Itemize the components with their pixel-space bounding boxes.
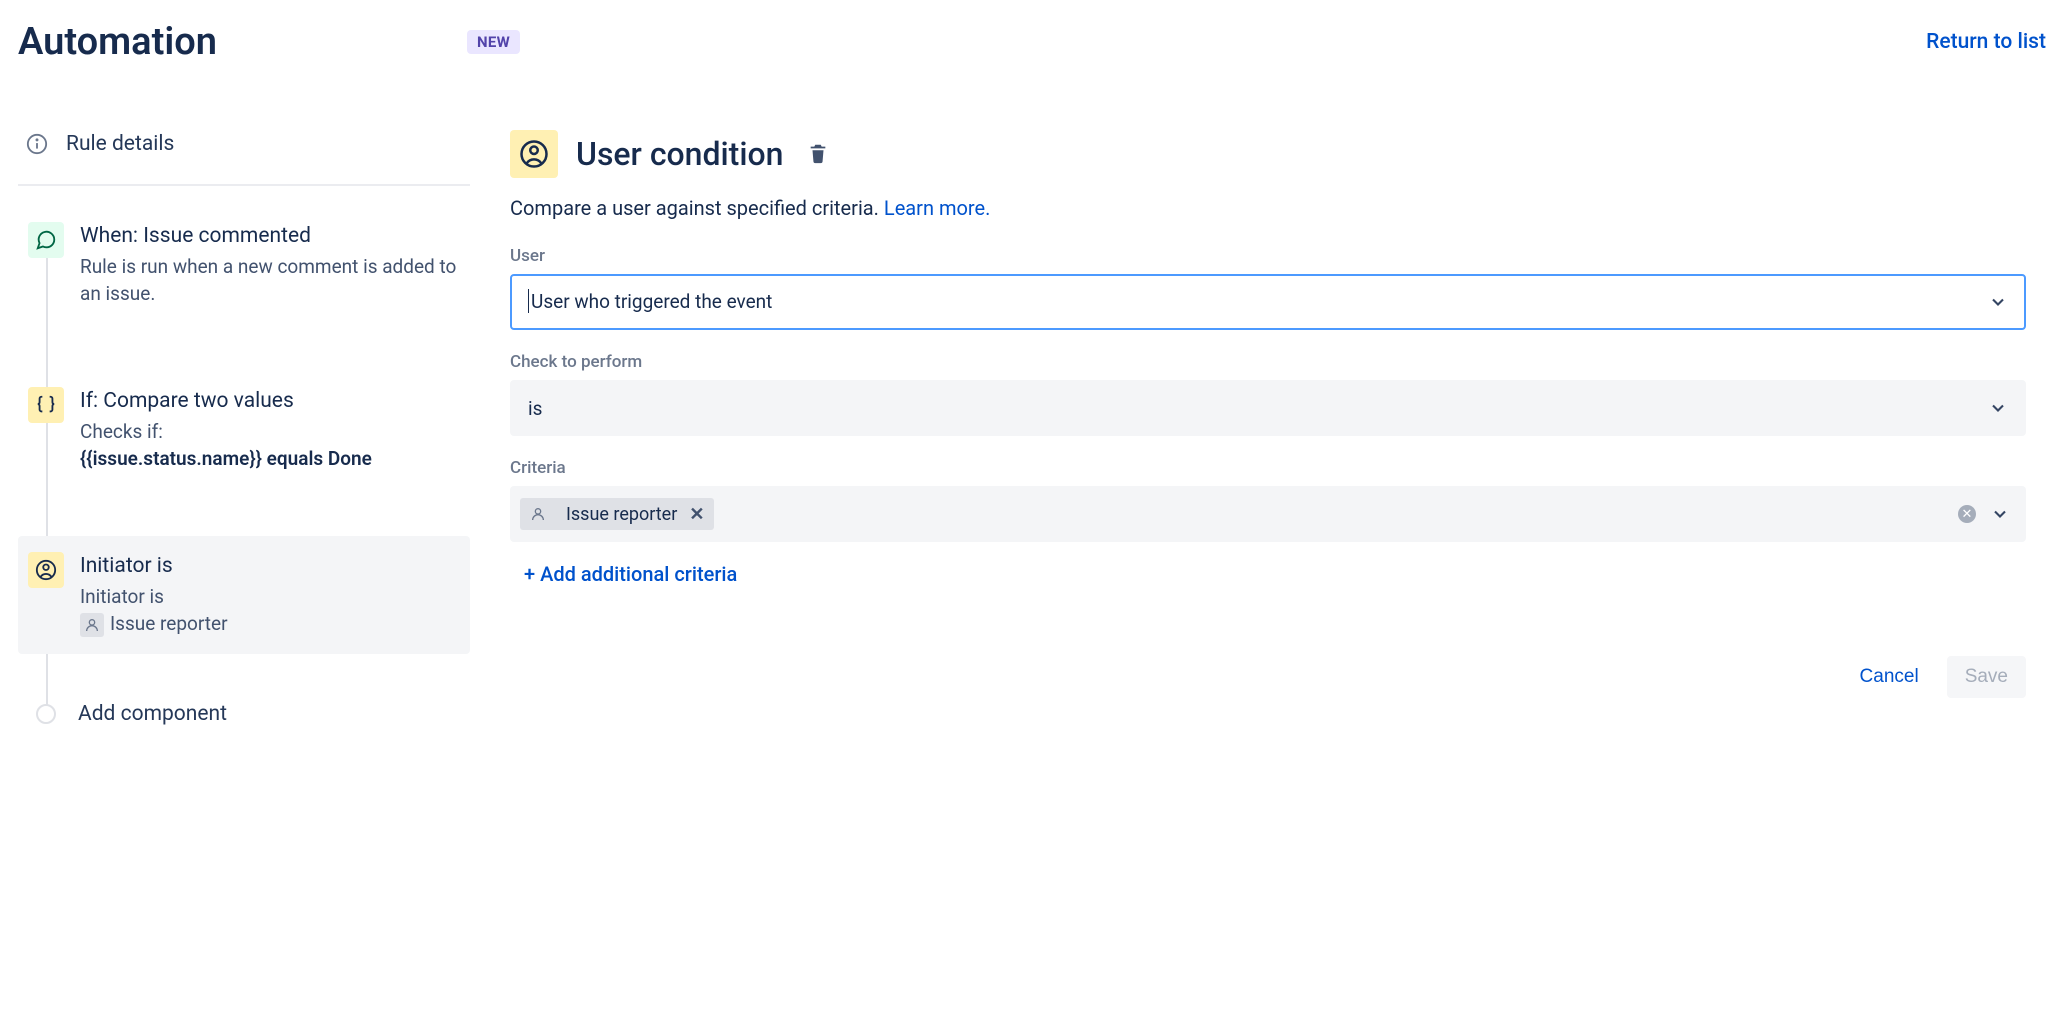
add-component-label: Add component	[78, 702, 227, 726]
user-field-label: User	[510, 246, 2026, 266]
step-desc-bold: {{issue.status.name}} equals Done	[80, 447, 372, 470]
add-additional-criteria-link[interactable]: + Add additional criteria	[524, 562, 737, 586]
chevron-down-icon	[1988, 398, 2008, 418]
add-circle-icon	[36, 704, 56, 724]
step-if-compare-values[interactable]: If: Compare two values Checks if: {{issu…	[18, 371, 470, 488]
clear-all-button[interactable]: ✕	[1958, 505, 1976, 523]
comment-icon	[28, 222, 64, 258]
step-desc-prefix: Initiator is	[80, 585, 164, 608]
step-title: If: Compare two values	[80, 389, 372, 413]
step-title: Initiator is	[80, 554, 228, 578]
trash-icon	[807, 142, 829, 164]
criteria-tag-label: Issue reporter	[566, 504, 677, 525]
sidebar: Rule details When: Issue commented Rule …	[18, 124, 470, 726]
check-field-group: Check to perform is	[510, 352, 2026, 436]
delete-button[interactable]	[801, 136, 835, 173]
step-desc: Initiator is Issue reporter	[80, 584, 228, 637]
info-icon	[26, 133, 48, 155]
timeline: When: Issue commented Rule is run when a…	[18, 206, 470, 726]
check-select[interactable]: is	[510, 380, 2026, 436]
header-left: Automation NEW	[18, 20, 520, 64]
rule-details-label: Rule details	[66, 132, 174, 156]
user-select[interactable]: User who triggered the event	[510, 274, 2026, 330]
criteria-field-group: Criteria Issue reporter ✕ ✕	[510, 458, 2026, 542]
save-button[interactable]: Save	[1947, 656, 2026, 698]
page-title: Automation	[18, 20, 217, 64]
rule-details-row[interactable]: Rule details	[18, 124, 470, 184]
learn-more-link[interactable]: Learn more.	[884, 196, 990, 220]
criteria-select[interactable]: Issue reporter ✕ ✕	[510, 486, 2026, 542]
step-desc: Rule is run when a new comment is added …	[80, 254, 460, 307]
page-header: Automation NEW Return to list	[18, 20, 2046, 64]
step-desc: Checks if: {{issue.status.name}} equals …	[80, 419, 372, 472]
subtitle-text: Compare a user against specified criteri…	[510, 196, 884, 220]
return-to-list-link[interactable]: Return to list	[1926, 30, 2046, 54]
chevron-down-icon	[1990, 504, 2010, 524]
criteria-actions: ✕	[1958, 504, 2010, 524]
step-when-issue-commented[interactable]: When: Issue commented Rule is run when a…	[18, 206, 470, 323]
user-circle-icon	[510, 130, 558, 178]
add-component-button[interactable]: Add component	[18, 702, 470, 726]
subtitle: Compare a user against specified criteri…	[510, 196, 2026, 220]
step-title: When: Issue commented	[80, 224, 460, 248]
check-field-label: Check to perform	[510, 352, 2026, 372]
user-select-value: User who triggered the event	[528, 290, 772, 315]
user-circle-icon	[28, 552, 64, 588]
sidebar-divider	[18, 184, 470, 186]
criteria-field-label: Criteria	[510, 458, 2026, 478]
criteria-tag: Issue reporter ✕	[520, 498, 714, 530]
step-initiator-is[interactable]: Initiator is Initiator is Issue reporter	[18, 536, 470, 653]
step-desc-prefix: Checks if:	[80, 420, 163, 443]
tag-remove-button[interactable]: ✕	[687, 504, 706, 525]
main-title: User condition	[576, 135, 783, 173]
cancel-button[interactable]: Cancel	[1842, 656, 1937, 698]
braces-icon	[28, 387, 64, 423]
main-header: User condition	[510, 130, 2026, 178]
new-badge: NEW	[467, 30, 520, 54]
avatar-placeholder-icon	[80, 613, 104, 637]
user-field-group: User User who triggered the event	[510, 246, 2026, 330]
check-select-value: is	[528, 397, 542, 420]
avatar-placeholder-icon	[526, 502, 550, 526]
action-buttons: Cancel Save	[510, 656, 2026, 698]
main-panel: User condition Compare a user against sp…	[510, 124, 2046, 726]
chevron-down-icon	[1988, 292, 2008, 312]
step-desc-value: Issue reporter	[110, 612, 228, 635]
